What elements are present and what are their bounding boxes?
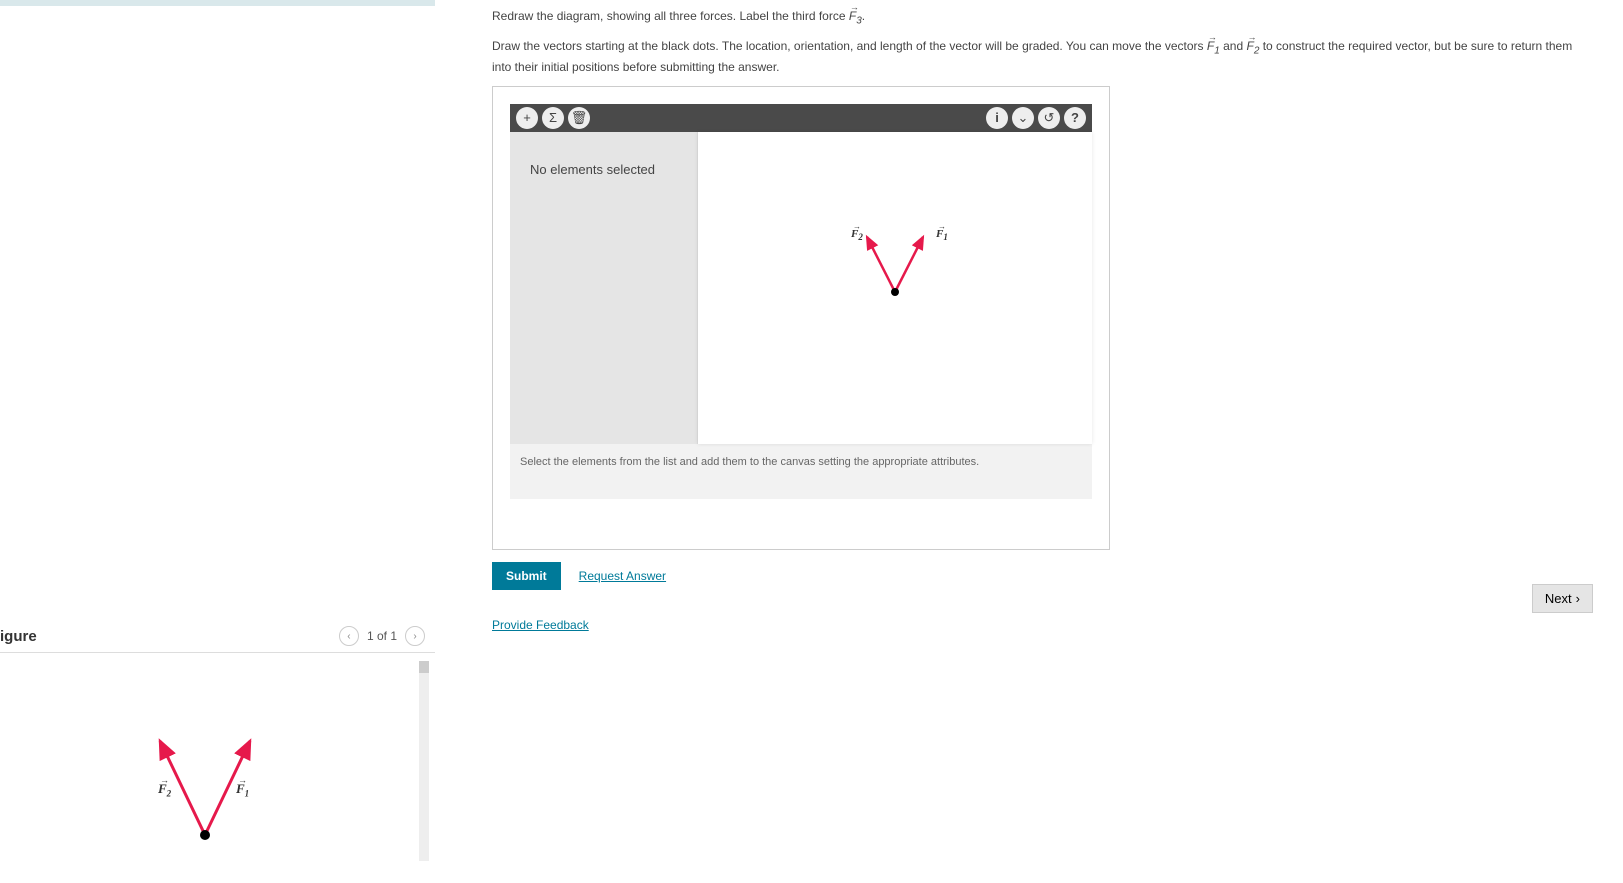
request-answer-link[interactable]: Request Answer: [579, 569, 666, 583]
instr1-suffix: .: [862, 9, 865, 23]
figure-pager-text: 1 of 1: [367, 629, 397, 643]
instr2-mid: and: [1220, 39, 1247, 53]
help-button[interactable]: ?: [1064, 107, 1086, 129]
chevron-right-icon: ›: [1576, 591, 1580, 606]
figure-label-f2: →F2: [158, 781, 171, 799]
answer-box: + Σ 🗑 i ⌄ ↺ ? No elements selected: [492, 86, 1110, 550]
instr2-prefix: Draw the vectors starting at the black d…: [492, 39, 1207, 53]
canvas-label-f2: →F2: [851, 228, 863, 242]
drawing-canvas[interactable]: →F1 →F2: [698, 132, 1092, 444]
instr1-vec: →F3: [849, 9, 862, 23]
instruction-line-2: Draw the vectors starting at the black d…: [492, 38, 1593, 75]
next-label: Next: [1545, 591, 1572, 606]
figure-scrollbar[interactable]: [419, 661, 429, 861]
provide-feedback-link[interactable]: Provide Feedback: [492, 618, 589, 632]
canvas-label-f1: →F1: [936, 228, 948, 242]
figure-scroll-thumb[interactable]: [419, 661, 429, 673]
drawing-toolbar: + Σ 🗑 i ⌄ ↺ ?: [510, 104, 1092, 132]
left-panel: igure ‹ 1 of 1 › →F1 →F2: [0, 0, 435, 883]
delete-button[interactable]: 🗑: [568, 107, 590, 129]
workspace-sidebar: No elements selected: [510, 132, 698, 444]
action-row: Submit Request Answer: [492, 562, 1593, 590]
main-area: Redraw the diagram, showing all three fo…: [462, 0, 1623, 632]
sidebar-message: No elements selected: [530, 162, 655, 177]
next-button[interactable]: Next ›: [1532, 584, 1593, 613]
figure-body: →F1 →F2: [0, 653, 435, 883]
figure-diagram: [0, 663, 420, 873]
figure-section: igure ‹ 1 of 1 › →F1 →F2: [0, 620, 435, 883]
instruction-line-1: Redraw the diagram, showing all three fo…: [492, 8, 1593, 28]
canvas-svg: [698, 132, 1092, 444]
add-button[interactable]: +: [516, 107, 538, 129]
sum-button[interactable]: Σ: [542, 107, 564, 129]
figure-next-button[interactable]: ›: [405, 626, 425, 646]
figure-title: igure: [0, 628, 37, 645]
info-button[interactable]: i: [986, 107, 1008, 129]
reset-button[interactable]: ↺: [1038, 107, 1060, 129]
instr1-prefix: Redraw the diagram, showing all three fo…: [492, 9, 849, 23]
submit-button[interactable]: Submit: [492, 562, 561, 590]
left-top-accent: [0, 0, 435, 6]
figure-prev-button[interactable]: ‹: [339, 626, 359, 646]
figure-label-f1: →F1: [236, 781, 249, 799]
figure-pager: ‹ 1 of 1 ›: [339, 626, 425, 646]
footer-message: Select the elements from the list and ad…: [520, 456, 979, 468]
feedback-row: Provide Feedback: [492, 618, 1593, 632]
figure-header: igure ‹ 1 of 1 ›: [0, 620, 435, 653]
workspace-footer: Select the elements from the list and ad…: [510, 444, 1092, 499]
instr2-vec1: →F1: [1207, 39, 1220, 53]
workspace: No elements selected →F1 →F2: [510, 132, 1092, 444]
dropdown-button[interactable]: ⌄: [1012, 107, 1034, 129]
instr2-vec2: →F2: [1246, 39, 1259, 53]
